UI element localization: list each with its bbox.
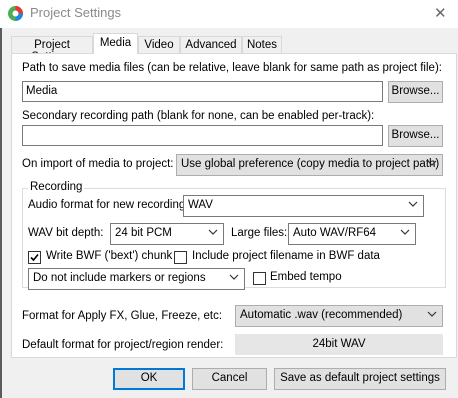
- tab-advanced[interactable]: Advanced: [180, 36, 242, 54]
- chevron-down-icon: [400, 227, 410, 237]
- audio-format-label: Audio format for new recordings:: [28, 199, 195, 211]
- media-path-input[interactable]: Media: [22, 81, 383, 102]
- media-tab-panel: Path to save media files (can be relativ…: [11, 53, 457, 358]
- audio-format-value: WAV: [188, 199, 213, 211]
- markers-value: Do not include markers or regions: [33, 272, 206, 284]
- apply-fx-format-select[interactable]: Automatic .wav (recommended): [235, 305, 443, 327]
- chevron-down-icon: [427, 309, 437, 319]
- render-format-button[interactable]: 24bit WAV: [235, 334, 443, 355]
- apply-fx-format-label: Format for Apply FX, Glue, Freeze, etc:: [22, 310, 223, 322]
- ok-button[interactable]: OK: [113, 368, 185, 390]
- browse-media-path-button[interactable]: Browse...: [388, 81, 443, 103]
- tab-media[interactable]: Media: [93, 33, 138, 54]
- wav-bit-depth-select[interactable]: 24 bit PCM: [110, 223, 224, 245]
- tab-project-settings[interactable]: Project Settings: [11, 36, 93, 63]
- secondary-path-input[interactable]: [22, 125, 383, 146]
- title-bar: Project Settings ✕: [0, 0, 458, 28]
- include-filename-checkbox[interactable]: [174, 251, 187, 264]
- import-media-select[interactable]: Use global preference (copy media to pro…: [176, 154, 443, 176]
- chevron-down-icon: [229, 272, 239, 282]
- window-title: Project Settings: [30, 5, 122, 20]
- write-bwf-label: Write BWF ('bext') chunk: [46, 250, 173, 262]
- tab-notes[interactable]: Notes: [242, 36, 282, 54]
- embed-tempo-checkbox[interactable]: [253, 272, 266, 285]
- apply-fx-format-value: Automatic .wav (recommended): [240, 309, 403, 321]
- large-files-select[interactable]: Auto WAV/RF64: [288, 223, 416, 245]
- include-filename-label: Include project filename in BWF data: [192, 250, 380, 262]
- project-settings-window: Project Settings ✕ Project Settings Medi…: [0, 0, 458, 398]
- write-bwf-checkbox[interactable]: [28, 251, 41, 264]
- chevron-down-icon: [427, 158, 437, 168]
- import-media-value: Use global preference (copy media to pro…: [181, 158, 440, 170]
- import-media-label: On import of media to project:: [22, 158, 174, 170]
- cancel-button[interactable]: Cancel: [192, 368, 267, 390]
- large-files-value: Auto WAV/RF64: [293, 227, 377, 239]
- tab-video[interactable]: Video: [138, 36, 180, 54]
- secondary-path-label: Secondary recording path (blank for none…: [22, 110, 375, 122]
- wav-bit-depth-value: 24 bit PCM: [115, 227, 172, 239]
- embed-tempo-label: Embed tempo: [270, 271, 342, 283]
- audio-format-select[interactable]: WAV: [183, 195, 424, 217]
- browse-secondary-path-button[interactable]: Browse...: [388, 125, 443, 147]
- reaper-logo-icon: [7, 5, 24, 22]
- close-icon[interactable]: ✕: [434, 4, 447, 22]
- checkmark-icon: [30, 253, 39, 262]
- markers-select[interactable]: Do not include markers or regions: [28, 268, 245, 290]
- window-edge: [0, 0, 2, 398]
- chevron-down-icon: [208, 227, 218, 237]
- chevron-down-icon: [408, 199, 418, 209]
- media-path-label: Path to save media files (can be relativ…: [22, 62, 442, 74]
- render-format-label: Default format for project/region render…: [22, 339, 224, 351]
- recording-group-title: Recording: [28, 181, 85, 193]
- save-default-button[interactable]: Save as default project settings: [274, 368, 446, 390]
- large-files-label: Large files:: [231, 227, 288, 239]
- wav-bit-depth-label: WAV bit depth:: [28, 227, 104, 239]
